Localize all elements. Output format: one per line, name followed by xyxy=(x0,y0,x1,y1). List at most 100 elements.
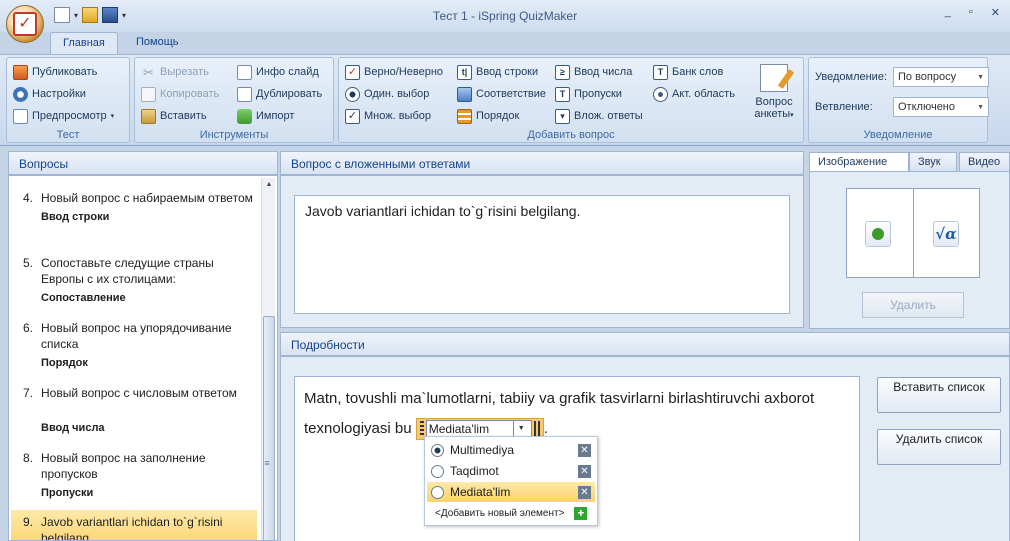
radio-selected-icon[interactable] xyxy=(431,443,444,457)
question-text: Javob variantlari ichidan to`g`risini be… xyxy=(305,203,581,219)
tab-home[interactable]: Главная xyxy=(50,32,118,54)
divider xyxy=(913,189,914,277)
feedback-label: Уведомление: xyxy=(815,71,887,83)
add-item-row[interactable]: <Добавить новый элемент> + xyxy=(435,507,588,520)
chevron-down-icon: ▼ xyxy=(977,73,984,81)
import-label: Импорт xyxy=(256,110,295,122)
window-title: Тест 1 - iSpring QuizMaker xyxy=(432,9,578,23)
type-in-button[interactable]: t| Ввод строки xyxy=(457,63,538,81)
close-button[interactable]: ✕ xyxy=(991,6,1000,19)
details-text-end: . xyxy=(543,420,548,437)
numeric-icon: ≥ xyxy=(555,64,570,80)
list-item[interactable]: 6. Новый вопрос на упорядочивание списка П… xyxy=(23,320,255,371)
paste-button[interactable]: Вставить xyxy=(141,107,207,125)
insert-list-button[interactable]: Вставить список xyxy=(877,377,1001,413)
multi-choice-button[interactable]: ✓ Множ. выбор xyxy=(345,107,431,125)
delete-option-icon[interactable]: ✕ xyxy=(578,485,591,499)
tab-help[interactable]: Помощь xyxy=(124,32,191,54)
drag-handle-icon[interactable] xyxy=(419,421,424,438)
scroll-up-icon[interactable]: ▲ xyxy=(262,178,276,192)
settings-button[interactable]: Настройки xyxy=(13,85,86,103)
radio-icon[interactable] xyxy=(431,485,444,499)
branching-select[interactable]: Отключено ▼ xyxy=(893,97,989,117)
questions-scrollbar[interactable]: ▲ ≡ xyxy=(261,178,275,540)
survey-icon xyxy=(760,64,788,92)
branching-label: Ветвление: xyxy=(815,101,873,113)
app-menu-button[interactable]: ✓ xyxy=(6,5,44,43)
tab-sound[interactable]: Звук xyxy=(909,152,957,172)
cut-label: Вырезать xyxy=(160,66,209,78)
delete-option-icon[interactable]: ✕ xyxy=(578,443,591,457)
radio-icon[interactable] xyxy=(431,464,444,478)
delete-option-icon[interactable]: ✕ xyxy=(578,464,591,478)
fill-blanks-button[interactable]: T Пропуски xyxy=(555,85,622,103)
import-button[interactable]: Импорт xyxy=(237,107,294,125)
resize-handle-icon[interactable] xyxy=(533,421,540,438)
delete-media-button[interactable]: Удалить xyxy=(862,292,964,318)
option-row[interactable]: Multimediya ✕ xyxy=(427,440,595,460)
copy-label: Копировать xyxy=(160,88,220,100)
question-number: 9. xyxy=(23,515,34,529)
list-item[interactable]: 8. Новый вопрос на заполнение пропусков Пр… xyxy=(23,450,255,501)
matching-label: Соответствие xyxy=(476,88,547,100)
matching-button[interactable]: Соответствие xyxy=(457,85,546,103)
tab-video[interactable]: Видео xyxy=(959,152,1010,172)
sequence-button[interactable]: Порядок xyxy=(457,107,519,125)
scrollbar-thumb[interactable] xyxy=(263,316,275,540)
group-label-add-question: Добавить вопрос xyxy=(527,129,615,141)
copy-icon xyxy=(141,86,156,102)
paste-icon xyxy=(141,108,156,124)
true-false-button[interactable]: ✓ Верно/Неверно xyxy=(345,63,443,81)
question-type: Ввод числа xyxy=(41,422,105,434)
question-text-editor[interactable]: Javob variantlari ichidan to`g`risini be… xyxy=(294,195,790,314)
feedback-select[interactable]: По вопросу ▼ xyxy=(893,67,989,87)
insert-image-button[interactable] xyxy=(865,221,891,247)
question-number: 4. xyxy=(23,191,34,205)
publish-button[interactable]: Публиковать xyxy=(13,63,97,81)
fill-blanks-label: Пропуски xyxy=(574,88,622,100)
group-label-test: Тест xyxy=(56,129,80,141)
branching-value: Отключено xyxy=(898,101,955,113)
grip-icon: ≡ xyxy=(264,458,270,468)
questions-list: 4. Новый вопрос с набираемым ответом Ввод … xyxy=(8,175,278,541)
insert-formula-button[interactable]: √α xyxy=(933,221,959,247)
option-label: Taqdimot xyxy=(450,464,499,478)
delete-list-button[interactable]: Удалить список xyxy=(877,429,1001,465)
preview-icon xyxy=(13,108,28,124)
chevron-down-icon[interactable]: ▼ xyxy=(512,421,529,438)
select-from-lists-button[interactable]: ▾ Влож. ответы xyxy=(555,107,643,125)
duplicate-button[interactable]: Дублировать xyxy=(237,85,322,103)
paste-label: Вставить xyxy=(160,110,207,122)
single-choice-button[interactable]: Один. выбор xyxy=(345,85,429,103)
info-slide-button[interactable]: Инфо слайд xyxy=(237,63,319,81)
list-item-selected[interactable]: 9. Javob variantlari ichidan to`g`risini … xyxy=(11,510,257,540)
feedback-value: По вопросу xyxy=(898,71,957,83)
tab-image[interactable]: Изображение xyxy=(809,152,909,172)
gear-icon xyxy=(13,86,28,102)
fill-blanks-icon: T xyxy=(555,86,570,102)
option-row[interactable]: Mediata'lim ✕ xyxy=(427,482,595,502)
list-item[interactable]: 7. Новый вопрос с числовым ответом Ввод чи… xyxy=(23,385,255,436)
cut-button[interactable]: ✂ Вырезать xyxy=(141,63,209,81)
app-logo-icon: ✓ xyxy=(13,12,37,36)
multi-choice-label: Множ. выбор xyxy=(364,110,431,122)
list-item[interactable]: 4. Новый вопрос с набираемым ответом Ввод … xyxy=(23,190,255,225)
maximize-button[interactable]: ▫ xyxy=(969,6,973,19)
preview-button[interactable]: Предпросмотр ▾ xyxy=(13,107,114,125)
word-bank-icon: T xyxy=(653,64,668,80)
list-item[interactable]: 5. Сопоставьте следущие страны Европы с и… xyxy=(23,255,255,306)
survey-question-button[interactable]: Вопрос анкеты▾ xyxy=(745,62,803,134)
hotspot-button[interactable]: Акт. область xyxy=(653,85,735,103)
option-label: Multimediya xyxy=(450,443,515,457)
scissors-icon: ✂ xyxy=(143,64,154,80)
word-bank-button[interactable]: T Банк слов xyxy=(653,63,723,81)
minimize-button[interactable]: _ xyxy=(945,6,951,19)
question-number: 6. xyxy=(23,321,34,335)
copy-button[interactable]: Копировать xyxy=(141,85,219,103)
numeric-button[interactable]: ≥ Ввод числа xyxy=(555,63,632,81)
duplicate-icon xyxy=(237,86,252,102)
option-row[interactable]: Taqdimot ✕ xyxy=(427,461,595,481)
plus-icon[interactable]: + xyxy=(574,507,588,520)
feedback-row: Уведомление: По вопросу ▼ xyxy=(815,67,989,87)
text-field-icon: t| xyxy=(457,64,472,80)
